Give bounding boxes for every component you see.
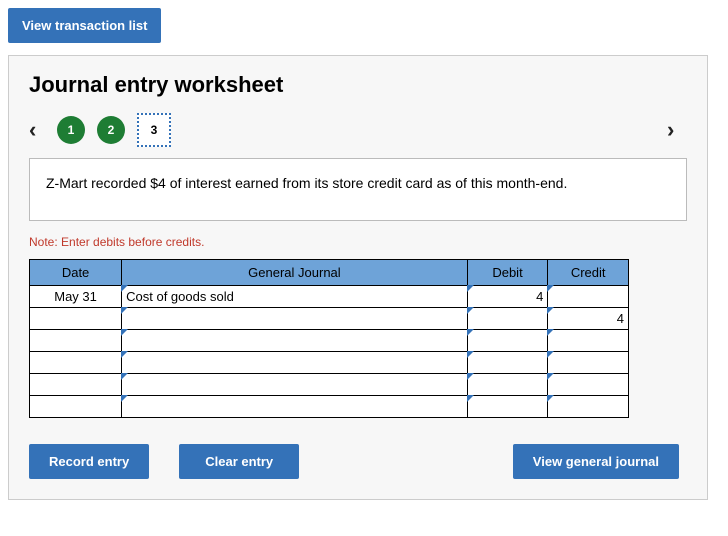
debit-cell[interactable]	[467, 308, 548, 330]
table-row	[30, 330, 629, 352]
dropdown-marker-icon	[121, 285, 128, 292]
debit-cell[interactable]	[467, 396, 548, 418]
general-journal-cell[interactable]	[122, 308, 468, 330]
dropdown-marker-icon	[547, 329, 554, 336]
dropdown-marker-icon	[467, 351, 474, 358]
credit-cell[interactable]	[548, 286, 629, 308]
dropdown-marker-icon	[121, 395, 128, 402]
action-button-row: Record entry Clear entry View general jo…	[29, 444, 679, 479]
step-pill-2[interactable]: 2	[97, 116, 125, 144]
credit-cell[interactable]	[548, 396, 629, 418]
general-journal-cell[interactable]	[122, 352, 468, 374]
dropdown-marker-icon	[547, 373, 554, 380]
step-pill-1[interactable]: 1	[57, 116, 85, 144]
debit-cell[interactable]: 4	[467, 286, 548, 308]
record-entry-button[interactable]: Record entry	[29, 444, 149, 479]
date-cell[interactable]	[30, 396, 122, 418]
credit-cell[interactable]	[548, 352, 629, 374]
header-gj: General Journal	[122, 260, 468, 286]
transaction-prompt: Z-Mart recorded $4 of interest earned fr…	[29, 158, 687, 221]
general-journal-cell[interactable]	[122, 396, 468, 418]
date-cell[interactable]	[30, 352, 122, 374]
credit-cell[interactable]	[548, 330, 629, 352]
spacer	[329, 444, 483, 479]
worksheet-card: Journal entry worksheet ‹ 123 › Z-Mart r…	[8, 55, 708, 500]
dropdown-marker-icon	[121, 329, 128, 336]
debit-cell[interactable]	[467, 374, 548, 396]
dropdown-marker-icon	[467, 373, 474, 380]
general-journal-cell[interactable]	[122, 330, 468, 352]
header-debit: Debit	[467, 260, 548, 286]
step-navigator: ‹ 123 ›	[29, 112, 687, 148]
general-journal-cell[interactable]	[122, 374, 468, 396]
journal-table: Date General Journal Debit Credit May 31…	[29, 259, 629, 418]
table-row	[30, 396, 629, 418]
dropdown-marker-icon	[547, 285, 554, 292]
dropdown-marker-icon	[467, 285, 474, 292]
dropdown-marker-icon	[121, 307, 128, 314]
dropdown-marker-icon	[547, 307, 554, 314]
dropdown-marker-icon	[467, 329, 474, 336]
general-journal-cell[interactable]: Cost of goods sold	[122, 286, 468, 308]
header-date: Date	[30, 260, 122, 286]
prev-arrow-icon[interactable]: ‹	[29, 119, 49, 141]
debit-cell[interactable]	[467, 330, 548, 352]
step-pill-3[interactable]: 3	[137, 113, 171, 147]
credit-cell[interactable]	[548, 374, 629, 396]
table-row	[30, 352, 629, 374]
dropdown-marker-icon	[467, 395, 474, 402]
note-text: Note: Enter debits before credits.	[29, 235, 687, 249]
dropdown-marker-icon	[467, 307, 474, 314]
dropdown-marker-icon	[121, 351, 128, 358]
date-cell[interactable]: May 31	[30, 286, 122, 308]
date-cell[interactable]	[30, 308, 122, 330]
next-arrow-icon[interactable]: ›	[667, 119, 687, 141]
dropdown-marker-icon	[121, 373, 128, 380]
view-general-journal-button[interactable]: View general journal	[513, 444, 679, 479]
table-row: May 31Cost of goods sold4	[30, 286, 629, 308]
page-title: Journal entry worksheet	[29, 72, 687, 98]
dropdown-marker-icon	[547, 351, 554, 358]
credit-cell[interactable]: 4	[548, 308, 629, 330]
view-transaction-list-button[interactable]: View transaction list	[8, 8, 161, 43]
dropdown-marker-icon	[547, 395, 554, 402]
date-cell[interactable]	[30, 374, 122, 396]
debit-cell[interactable]	[467, 352, 548, 374]
header-credit: Credit	[548, 260, 629, 286]
date-cell[interactable]	[30, 330, 122, 352]
clear-entry-button[interactable]: Clear entry	[179, 444, 299, 479]
table-row	[30, 374, 629, 396]
table-row: 4	[30, 308, 629, 330]
